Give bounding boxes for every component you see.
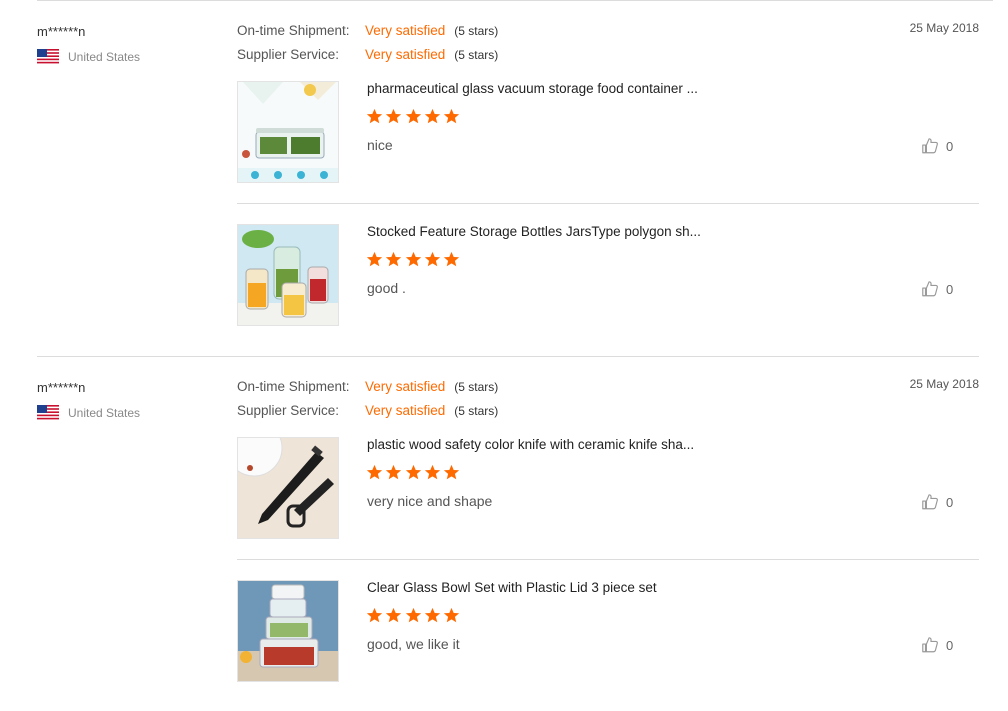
review-comment: very nice and shape (367, 493, 493, 509)
shipment-rating: On-time Shipment: Very satisfied (5 star… (237, 23, 498, 38)
star-icon (444, 607, 460, 623)
service-value: Very satisfied (365, 47, 446, 62)
star-icon (366, 607, 383, 623)
shipment-rating: On-time Shipment: Very satisfied (5 star… (237, 379, 498, 394)
service-stars: (5 stars) (454, 403, 499, 418)
star-rating (366, 607, 462, 624)
like-button[interactable]: 0 (921, 636, 953, 654)
star-rating (366, 251, 462, 268)
product-review: Stocked Feature Storage Bottles JarsType… (237, 224, 979, 328)
review-date: 25 May 2018 (909, 377, 979, 391)
shipment-stars: (5 stars) (454, 23, 499, 38)
star-icon (405, 464, 421, 480)
thumbs-up-icon[interactable] (921, 280, 939, 298)
service-label: Supplier Service: (237, 47, 340, 62)
product-title[interactable]: Clear Glass Bowl Set with Plastic Lid 3 … (367, 580, 657, 595)
shipment-value: Very satisfied (365, 379, 446, 394)
thumbs-up-icon[interactable] (921, 137, 939, 155)
star-icon (424, 464, 441, 480)
star-icon (444, 108, 460, 124)
star-icon (444, 464, 460, 480)
country-name: United States (68, 49, 141, 64)
star-icon (386, 251, 402, 267)
service-rating: Supplier Service: Very satisfied (5 star… (237, 403, 498, 418)
top-divider (37, 0, 993, 1)
review-comment: good, we like it (367, 636, 460, 652)
product-image[interactable] (237, 81, 339, 183)
product-review: Clear Glass Bowl Set with Plastic Lid 3 … (237, 580, 979, 684)
shipment-label: On-time Shipment: (237, 379, 350, 394)
like-count: 0 (946, 637, 954, 653)
product-divider (237, 203, 979, 204)
star-rating (366, 464, 462, 481)
product-review: plastic wood safety color knife with cer… (237, 437, 979, 560)
buyer-country: United States (37, 49, 140, 64)
product-title[interactable]: pharmaceutical glass vacuum storage food… (367, 81, 698, 96)
product-image[interactable] (237, 580, 339, 682)
star-icon (424, 108, 441, 124)
shipment-stars: (5 stars) (454, 379, 499, 394)
service-rating: Supplier Service: Very satisfied (5 star… (237, 47, 498, 62)
star-icon (386, 607, 402, 623)
review-date: 25 May 2018 (909, 21, 979, 35)
star-icon (386, 108, 402, 124)
service-stars: (5 stars) (454, 47, 499, 62)
product-title[interactable]: plastic wood safety color knife with cer… (367, 437, 694, 452)
star-icon (424, 251, 441, 267)
product-divider (237, 559, 979, 560)
buyer-name: m******n (37, 24, 86, 39)
star-icon (444, 251, 460, 267)
service-value: Very satisfied (365, 403, 446, 418)
product-title[interactable]: Stocked Feature Storage Bottles JarsType… (367, 224, 701, 239)
shipment-label: On-time Shipment: (237, 23, 350, 38)
like-count: 0 (946, 138, 954, 154)
star-icon (366, 108, 383, 124)
shipment-value: Very satisfied (365, 23, 446, 38)
like-button[interactable]: 0 (921, 137, 953, 155)
buyer-country: United States (37, 405, 140, 420)
star-icon (405, 251, 421, 267)
like-count: 0 (946, 281, 954, 297)
star-icon (424, 607, 441, 623)
buyer-name: m******n (37, 380, 86, 395)
star-icon (366, 464, 383, 480)
review-divider (37, 356, 979, 357)
product-image[interactable] (237, 224, 339, 326)
thumbs-up-icon[interactable] (921, 636, 939, 654)
country-name: United States (68, 405, 141, 420)
us-flag-icon (37, 49, 59, 64)
review-comment: nice (367, 137, 393, 153)
star-rating (366, 108, 462, 125)
star-icon (366, 251, 383, 267)
us-flag-icon (37, 405, 59, 420)
service-label: Supplier Service: (237, 403, 340, 418)
star-icon (405, 607, 421, 623)
like-count: 0 (946, 494, 954, 510)
star-icon (386, 464, 402, 480)
product-image[interactable] (237, 437, 339, 539)
star-icon (405, 108, 421, 124)
review-comment: good . (367, 280, 406, 296)
like-button[interactable]: 0 (921, 280, 953, 298)
product-review: pharmaceutical glass vacuum storage food… (237, 81, 979, 204)
like-button[interactable]: 0 (921, 493, 953, 511)
thumbs-up-icon[interactable] (921, 493, 939, 511)
